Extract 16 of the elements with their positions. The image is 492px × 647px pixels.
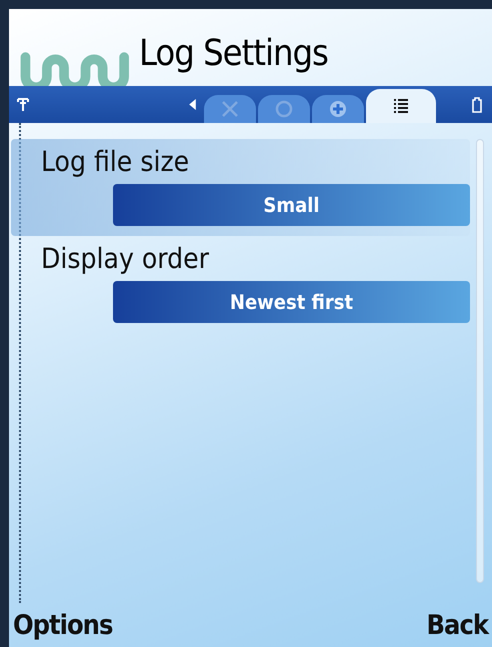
list-icon [391, 96, 411, 116]
setting-label: Log file size [40, 145, 190, 178]
setting-row[interactable]: Display order Newest first [11, 236, 470, 333]
battery-icon [472, 96, 482, 112]
options-softkey[interactable]: Options [13, 610, 112, 640]
scrollbar[interactable] [476, 139, 484, 583]
setting-label: Display order [40, 242, 210, 275]
back-softkey[interactable]: Back [426, 610, 488, 640]
left-arrow-icon[interactable] [189, 99, 196, 110]
signal-antenna-icon [17, 98, 29, 112]
setting-row[interactable]: Log file size Small [11, 139, 470, 236]
setting-value: Small [113, 184, 470, 226]
plus-icon [328, 99, 348, 119]
tab[interactable] [366, 89, 436, 123]
window-title: Log Settings [139, 33, 328, 74]
setting-value: Newest first [113, 281, 470, 323]
